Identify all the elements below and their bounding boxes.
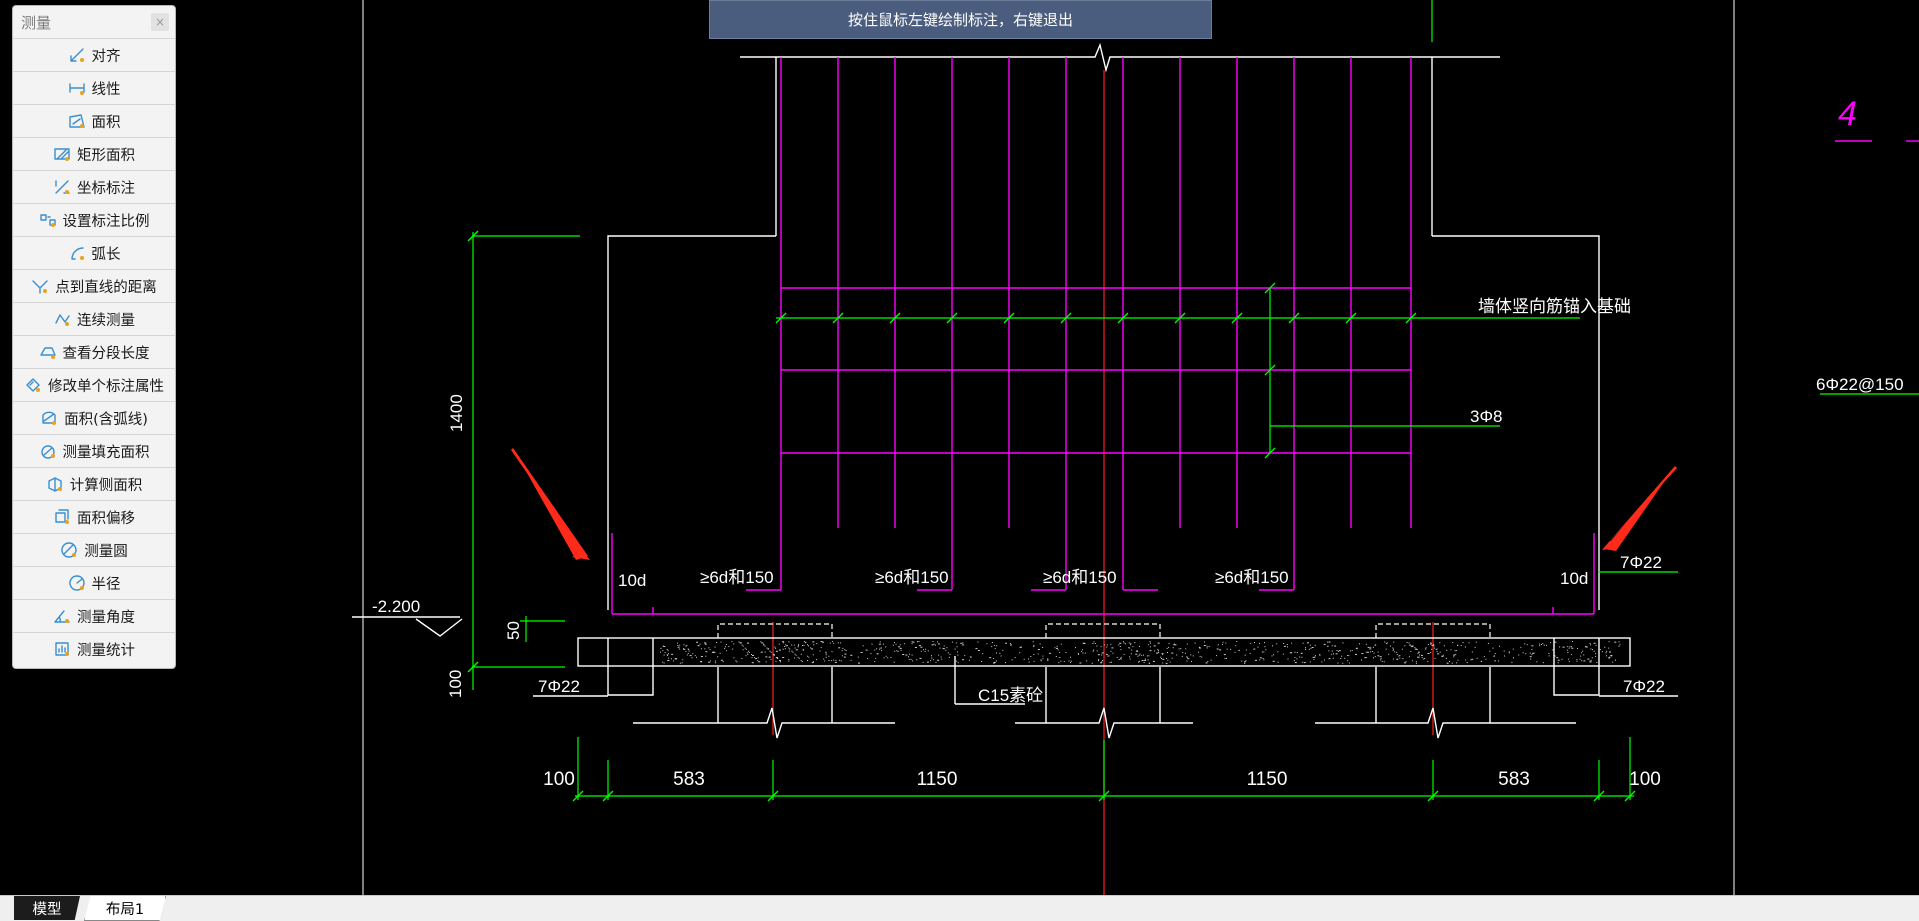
concrete-hatch: [660, 641, 1621, 664]
panel-header[interactable]: 测量 ×: [13, 6, 175, 38]
tool-label: 坐标标注: [77, 180, 135, 197]
hatch-area-icon: [40, 445, 55, 459]
tab-layout1[interactable]: 布局1: [84, 896, 166, 921]
tool-label: 测量填充面积: [62, 444, 150, 461]
label-rebar-bottom-left: 7Φ22: [538, 677, 580, 696]
circle-measure-icon: [61, 542, 77, 558]
scale-ratio-icon: [39, 214, 56, 227]
green-leaders: [472, 232, 1919, 800]
tool-label: 测量角度: [77, 609, 135, 626]
rect-area-icon: [54, 148, 70, 161]
tool-label: 测量统计: [77, 642, 135, 659]
command-hint-bar: 按住鼠标左键绘制标注，右键退出: [709, 0, 1212, 39]
svg-text:4: 4: [1838, 95, 1857, 133]
label-rebar-top-right: 7Φ22: [1620, 553, 1662, 572]
tool-label: 计算侧面积: [69, 477, 143, 494]
tool-label: 对齐: [91, 48, 121, 65]
linear-measure-icon: [68, 83, 85, 95]
red-arrow-right: [1602, 466, 1677, 551]
label-bend-3: ≥6d和150: [1043, 568, 1117, 587]
label-slab-dim: 50: [504, 621, 523, 640]
tool-item[interactable]: 半径: [13, 566, 175, 599]
dim-5: 583: [1498, 769, 1530, 790]
label-wall-anchor: 墙体竖向筋锚入基础: [1478, 297, 1631, 316]
tool-item[interactable]: 测量统计: [13, 632, 175, 665]
tool-item[interactable]: 坐标标注: [13, 170, 175, 203]
arc-area-icon: [42, 411, 57, 425]
measure-panel[interactable]: 测量 × 对齐线性面积矩形面积坐标标注设置标注比例 弧长点到直线的距离 连续测量查看…: [12, 5, 176, 669]
tool-item[interactable]: 修改单个标注属性: [13, 368, 175, 401]
tool-label: 弧长: [91, 246, 121, 263]
tool-item[interactable]: 弧长: [13, 236, 175, 269]
edit-dimension-icon: [26, 378, 40, 392]
label-cushion: C15素砼: [978, 686, 1043, 705]
tool-item[interactable]: 线性: [13, 71, 175, 104]
side-area-icon: [48, 477, 62, 492]
label-rebar-bottom-right: 7Φ22: [1623, 677, 1665, 696]
wall-vertical-rebars: [611, 57, 1595, 615]
tool-label: 面积(含弧线): [64, 411, 148, 428]
segment-length-icon: [39, 347, 56, 359]
tool-item[interactable]: 测量圆: [13, 533, 175, 566]
label-hook-right: 10d: [1560, 569, 1588, 588]
stirrup-ticks: [467, 230, 1636, 802]
label-bend-4: ≥6d和150: [1215, 568, 1289, 587]
tool-label: 修改单个标注属性: [48, 378, 164, 395]
tool-label: 面积: [91, 114, 121, 131]
label-cushion-dim: 100: [446, 670, 465, 698]
dim-4: 1150: [1247, 769, 1288, 790]
label-side-rebar: 6Φ22@150: [1816, 375, 1904, 394]
arc-length-icon: [70, 247, 84, 260]
area-offset-icon: [55, 509, 69, 524]
tool-item[interactable]: 对齐: [13, 38, 175, 71]
label-bend-1: ≥6d和150: [700, 568, 774, 587]
label-stirrup: 3Φ8: [1470, 407, 1502, 426]
tool-label: 面积偏移: [77, 510, 135, 527]
statistics-icon: [55, 642, 69, 656]
angle-icon: [54, 610, 70, 623]
tool-label: 点到直线的距离: [55, 279, 157, 296]
dim-2: 583: [673, 769, 705, 790]
area-icon: [68, 114, 85, 128]
tool-item[interactable]: 矩形面积: [13, 137, 175, 170]
tool-label: 设置标注比例: [62, 213, 150, 230]
tool-label: 连续测量: [77, 312, 135, 329]
align-measure-icon: [69, 48, 84, 62]
tool-label: 线性: [91, 81, 121, 98]
red-arrow-left: [511, 448, 590, 560]
panel-title: 测量: [21, 13, 52, 32]
label-height-dim: 1400: [447, 394, 466, 432]
dim-6: 100: [1629, 769, 1661, 790]
tool-item[interactable]: 查看分段长度: [13, 335, 175, 368]
tool-item[interactable]: 计算侧面积: [13, 467, 175, 500]
tool-label: 矩形面积: [77, 147, 135, 164]
tool-item[interactable]: 设置标注比例: [13, 203, 175, 236]
label-bend-2: ≥6d和150: [875, 568, 949, 587]
tool-label: 查看分段长度: [62, 345, 150, 362]
tab-model[interactable]: 模型: [14, 896, 80, 920]
layout-tab-bar: 模型 布局1: [0, 895, 1919, 921]
tool-label: 测量圆: [84, 543, 128, 560]
tool-item[interactable]: 面积: [13, 104, 175, 137]
tool-item[interactable]: 点到直线的距离: [13, 269, 175, 302]
tool-item[interactable]: 测量角度: [13, 599, 175, 632]
tool-item[interactable]: 面积偏移: [13, 500, 175, 533]
label-elevation: -2.200: [372, 597, 420, 616]
label-hook-left: 10d: [618, 571, 646, 590]
continuous-measure-icon: [55, 314, 70, 326]
dim-1: 100: [543, 769, 575, 790]
axis-tag: 4: [1835, 95, 1919, 142]
tool-list: 对齐线性面积矩形面积坐标标注设置标注比例 弧长点到直线的距离 连续测量查看分段长度修…: [13, 38, 175, 665]
axis-lines: [772, 70, 1434, 895]
tool-item[interactable]: 面积(含弧线): [13, 401, 175, 434]
dim-3: 1150: [917, 769, 958, 790]
coordinate-icon: [55, 180, 70, 194]
close-button[interactable]: ×: [151, 13, 169, 31]
tool-item[interactable]: 测量填充面积: [13, 434, 175, 467]
radius-icon: [68, 575, 85, 591]
tool-item[interactable]: 连续测量: [13, 302, 175, 335]
point-line-distance-icon: [32, 280, 48, 294]
tool-label: 半径: [91, 576, 121, 593]
cad-canvas[interactable]: 4 墙体竖向筋锚入基础 3Φ8 6Φ22@150 -2.200 1400 50 …: [0, 0, 1919, 895]
